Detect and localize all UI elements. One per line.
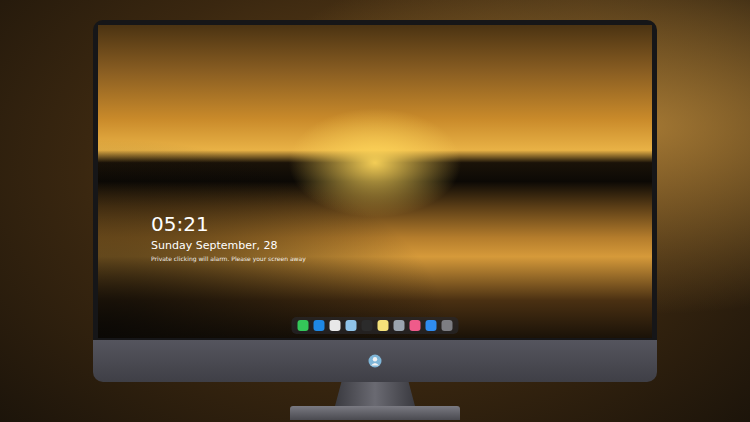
dock-app-icon[interactable] <box>394 320 405 331</box>
dock-app-icon[interactable] <box>346 320 357 331</box>
monitor-stand-neck <box>335 382 415 406</box>
dock-app-icon[interactable] <box>362 320 373 331</box>
dock-app-icon[interactable] <box>314 320 325 331</box>
monitor: 05:21 Sunday September, 28 Private clickin… <box>93 20 657 422</box>
dock-app-icon[interactable] <box>426 320 437 331</box>
lock-info: 05:21 Sunday September, 28 Private clickin… <box>151 213 306 263</box>
wallpaper-photo <box>98 25 652 338</box>
dock-app-icon[interactable] <box>330 320 341 331</box>
dock <box>292 317 459 334</box>
dock-app-icon[interactable] <box>410 320 421 331</box>
screen-bezel: 05:21 Sunday September, 28 Private clickin… <box>93 20 657 340</box>
dock-app-icon[interactable] <box>378 320 389 331</box>
brand-logo-icon <box>368 354 382 368</box>
clock-time: 05:21 <box>151 213 306 236</box>
clock-date: Sunday September, 28 <box>151 239 306 252</box>
lock-notice: Private clicking will alarm. Please your… <box>151 255 306 263</box>
mockup-page: 05:21 Sunday September, 28 Private clickin… <box>0 0 750 422</box>
dock-app-icon[interactable] <box>442 320 453 331</box>
monitor-stand-base <box>290 406 460 420</box>
monitor-chin <box>93 340 657 382</box>
dock-app-icon[interactable] <box>298 320 309 331</box>
lock-screen: 05:21 Sunday September, 28 Private clickin… <box>98 25 652 338</box>
